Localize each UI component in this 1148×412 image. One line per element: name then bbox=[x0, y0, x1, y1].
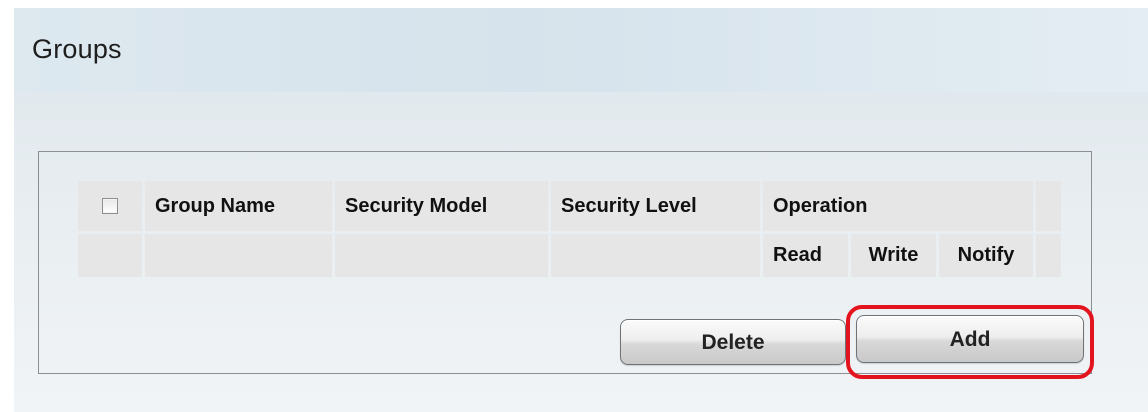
column-header-security-model: Security Model bbox=[335, 181, 548, 231]
page-title: Groups bbox=[32, 34, 122, 64]
groups-table: Group Name Security Model Security Level… bbox=[75, 178, 1064, 280]
table-subheader-row: Read Write Notify bbox=[78, 234, 1061, 277]
column-header-write: Write bbox=[851, 234, 936, 277]
delete-button[interactable]: Delete bbox=[620, 319, 846, 365]
select-all-cell bbox=[78, 181, 142, 231]
column-header-read: Read bbox=[763, 234, 848, 277]
column-header-operation: Operation bbox=[763, 181, 1033, 231]
column-header-notify: Notify bbox=[939, 234, 1033, 277]
subheader-empty-cell bbox=[335, 234, 548, 277]
select-all-checkbox[interactable] bbox=[102, 198, 118, 215]
column-header-group-name: Group Name bbox=[145, 181, 332, 231]
column-header-security-level: Security Level bbox=[551, 181, 760, 231]
subheader-empty-cell bbox=[145, 234, 332, 277]
column-header-spacer bbox=[1036, 181, 1061, 231]
table-header-row: Group Name Security Model Security Level… bbox=[78, 181, 1061, 231]
title-bar bbox=[14, 8, 1148, 92]
subheader-empty-cell bbox=[551, 234, 760, 277]
add-button[interactable]: Add bbox=[856, 315, 1084, 363]
groups-page: Groups Group Name Security Model Securit… bbox=[0, 0, 1148, 412]
subheader-empty-cell bbox=[78, 234, 142, 277]
subheader-spacer bbox=[1036, 234, 1061, 277]
